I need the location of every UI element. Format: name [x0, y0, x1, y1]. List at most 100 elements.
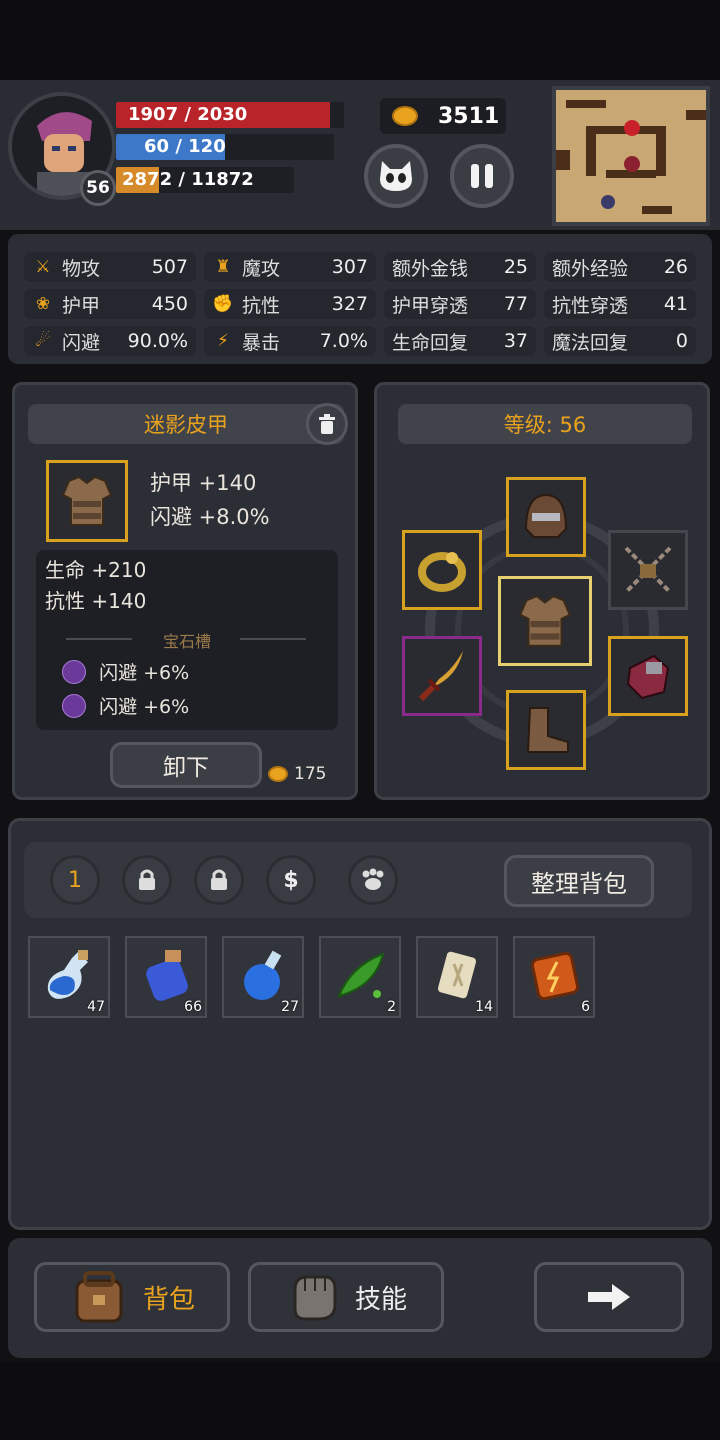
bag-tab-pet[interactable]: [348, 855, 398, 905]
paw-icon: [362, 868, 384, 890]
skills-tab-label: 技能: [354, 1284, 407, 1315]
sell-price-value: 175: [294, 764, 327, 784]
item-count: 6: [581, 999, 590, 1015]
stat-label: 物攻: [62, 257, 101, 280]
item-count: 66: [184, 999, 202, 1015]
bag-tab-1[interactable]: 1: [50, 855, 100, 905]
selected-item-slot[interactable]: [46, 460, 128, 542]
stat-cell: ⚔ 物攻 507: [24, 252, 196, 282]
cat-face-icon: [380, 161, 412, 191]
sell-price: 175: [268, 764, 326, 784]
stat-label: 护甲穿透: [392, 294, 469, 317]
ring-slot[interactable]: [402, 530, 482, 610]
gauntlet-icon: [626, 654, 670, 700]
stat-label: 额外经验: [552, 257, 629, 280]
discard-button[interactable]: [306, 403, 348, 445]
fist-icon: [293, 1275, 337, 1321]
stat-value: 25: [503, 256, 528, 278]
lock-icon: [211, 869, 227, 890]
stat-cell: 抗性穿透 41: [544, 289, 696, 319]
backpack-icon: [75, 1271, 123, 1323]
gem-stat: 闪避 +6%: [99, 662, 190, 684]
item-main-stat: 闪避 +8.0%: [150, 505, 270, 529]
skills-tab-button[interactable]: 技能: [248, 1262, 444, 1332]
round-blue-flask-icon: [234, 946, 294, 1006]
hp-text: 1907 / 2030: [128, 104, 248, 125]
inventory-slot[interactable]: 6: [513, 936, 595, 1018]
item-bonus-stat: 抗性 +140: [45, 589, 147, 613]
item-bonus-stats: 生命 +210 抗性 +140: [45, 555, 146, 617]
stat-value: 507: [151, 256, 188, 278]
dollar-icon: $: [283, 867, 299, 893]
helmet-slot[interactable]: [506, 477, 586, 557]
minimap[interactable]: [552, 86, 710, 226]
muscle-icon: ✊: [212, 294, 234, 314]
item-count: 27: [281, 999, 299, 1015]
item-count: 14: [475, 999, 493, 1015]
gold-coin-icon: [268, 766, 288, 782]
stat-value: 77: [503, 293, 528, 315]
amulet-slot[interactable]: [608, 530, 688, 610]
gold-amount: 3511: [438, 103, 500, 129]
boots-icon: [526, 707, 569, 753]
gold-coin-icon: [392, 106, 418, 126]
fire-rune-icon: [525, 946, 585, 1006]
xp-text: 2872 / 11872: [122, 169, 254, 190]
inventory-slot[interactable]: 47: [28, 936, 110, 1018]
stat-label: 护甲: [62, 294, 101, 317]
stat-label: 魔攻: [242, 257, 281, 280]
stat-cell: 魔法回复 0: [544, 326, 696, 356]
lightning-icon: ⚡: [217, 331, 229, 351]
bag-tab-locked[interactable]: [122, 855, 172, 905]
stat-cell: ✊ 抗性 327: [204, 289, 376, 319]
bag-tab-label: 背包: [142, 1284, 195, 1315]
gem-row: 闪避 +6%: [62, 692, 189, 719]
bag-tab-shop[interactable]: $: [266, 855, 316, 905]
inventory-slot[interactable]: 66: [125, 936, 207, 1018]
pet-button[interactable]: [364, 144, 428, 208]
sort-bag-button[interactable]: 整理背包: [504, 855, 654, 907]
armor-slot[interactable]: [498, 576, 592, 666]
item-bonus-stat: 生命 +210: [45, 558, 147, 582]
stat-cell: 护甲穿透 77: [384, 289, 536, 319]
small-blue-potion-icon: [40, 946, 100, 1006]
arrow-right-icon: [588, 1284, 630, 1310]
gem-slot-header: 宝石槽: [162, 632, 211, 651]
player-level-badge: 56: [80, 170, 116, 206]
magic-hat-icon: ♜: [215, 257, 231, 277]
stat-label: 暴击: [242, 331, 281, 354]
stat-label: 生命回复: [392, 331, 469, 354]
stat-label: 额外金钱: [392, 257, 469, 280]
stat-cell: ♜ 魔攻 307: [204, 252, 376, 282]
unequip-button[interactable]: 卸下: [110, 742, 262, 788]
stat-value: 307: [331, 256, 368, 278]
dungeon-map-icon: [556, 90, 706, 222]
stat-value: 37: [503, 330, 528, 352]
boots-slot[interactable]: [506, 690, 586, 770]
pause-button[interactable]: [450, 144, 514, 208]
runner-icon: ☄: [35, 331, 51, 351]
divider: [66, 638, 132, 640]
status-bar-area: [0, 0, 720, 80]
stat-cell: 额外金钱 25: [384, 252, 536, 282]
inventory-slot[interactable]: 2: [319, 936, 401, 1018]
weapon-slot[interactable]: [402, 636, 482, 716]
stat-value: 26: [663, 256, 688, 278]
trash-icon: [319, 414, 335, 434]
inventory-slot[interactable]: 27: [222, 936, 304, 1018]
stat-cell: 额外经验 26: [544, 252, 696, 282]
next-button[interactable]: [534, 1262, 684, 1332]
stat-value: 450: [151, 293, 188, 315]
stat-label: 抗性: [242, 294, 281, 317]
inventory-slot[interactable]: 14: [416, 936, 498, 1018]
gold-ring-icon: [418, 552, 466, 592]
gloves-slot[interactable]: [608, 636, 688, 716]
bag-tab-button[interactable]: 背包: [34, 1262, 230, 1332]
item-main-stat: 护甲 +140: [150, 471, 257, 495]
bottom-bar-area: [0, 1362, 720, 1440]
bag-tab-locked[interactable]: [194, 855, 244, 905]
curved-dagger-icon: [418, 651, 463, 702]
stat-value: 327: [331, 293, 368, 315]
stat-value: 0: [675, 330, 688, 352]
stat-cell: ❀ 护甲 450: [24, 289, 196, 319]
